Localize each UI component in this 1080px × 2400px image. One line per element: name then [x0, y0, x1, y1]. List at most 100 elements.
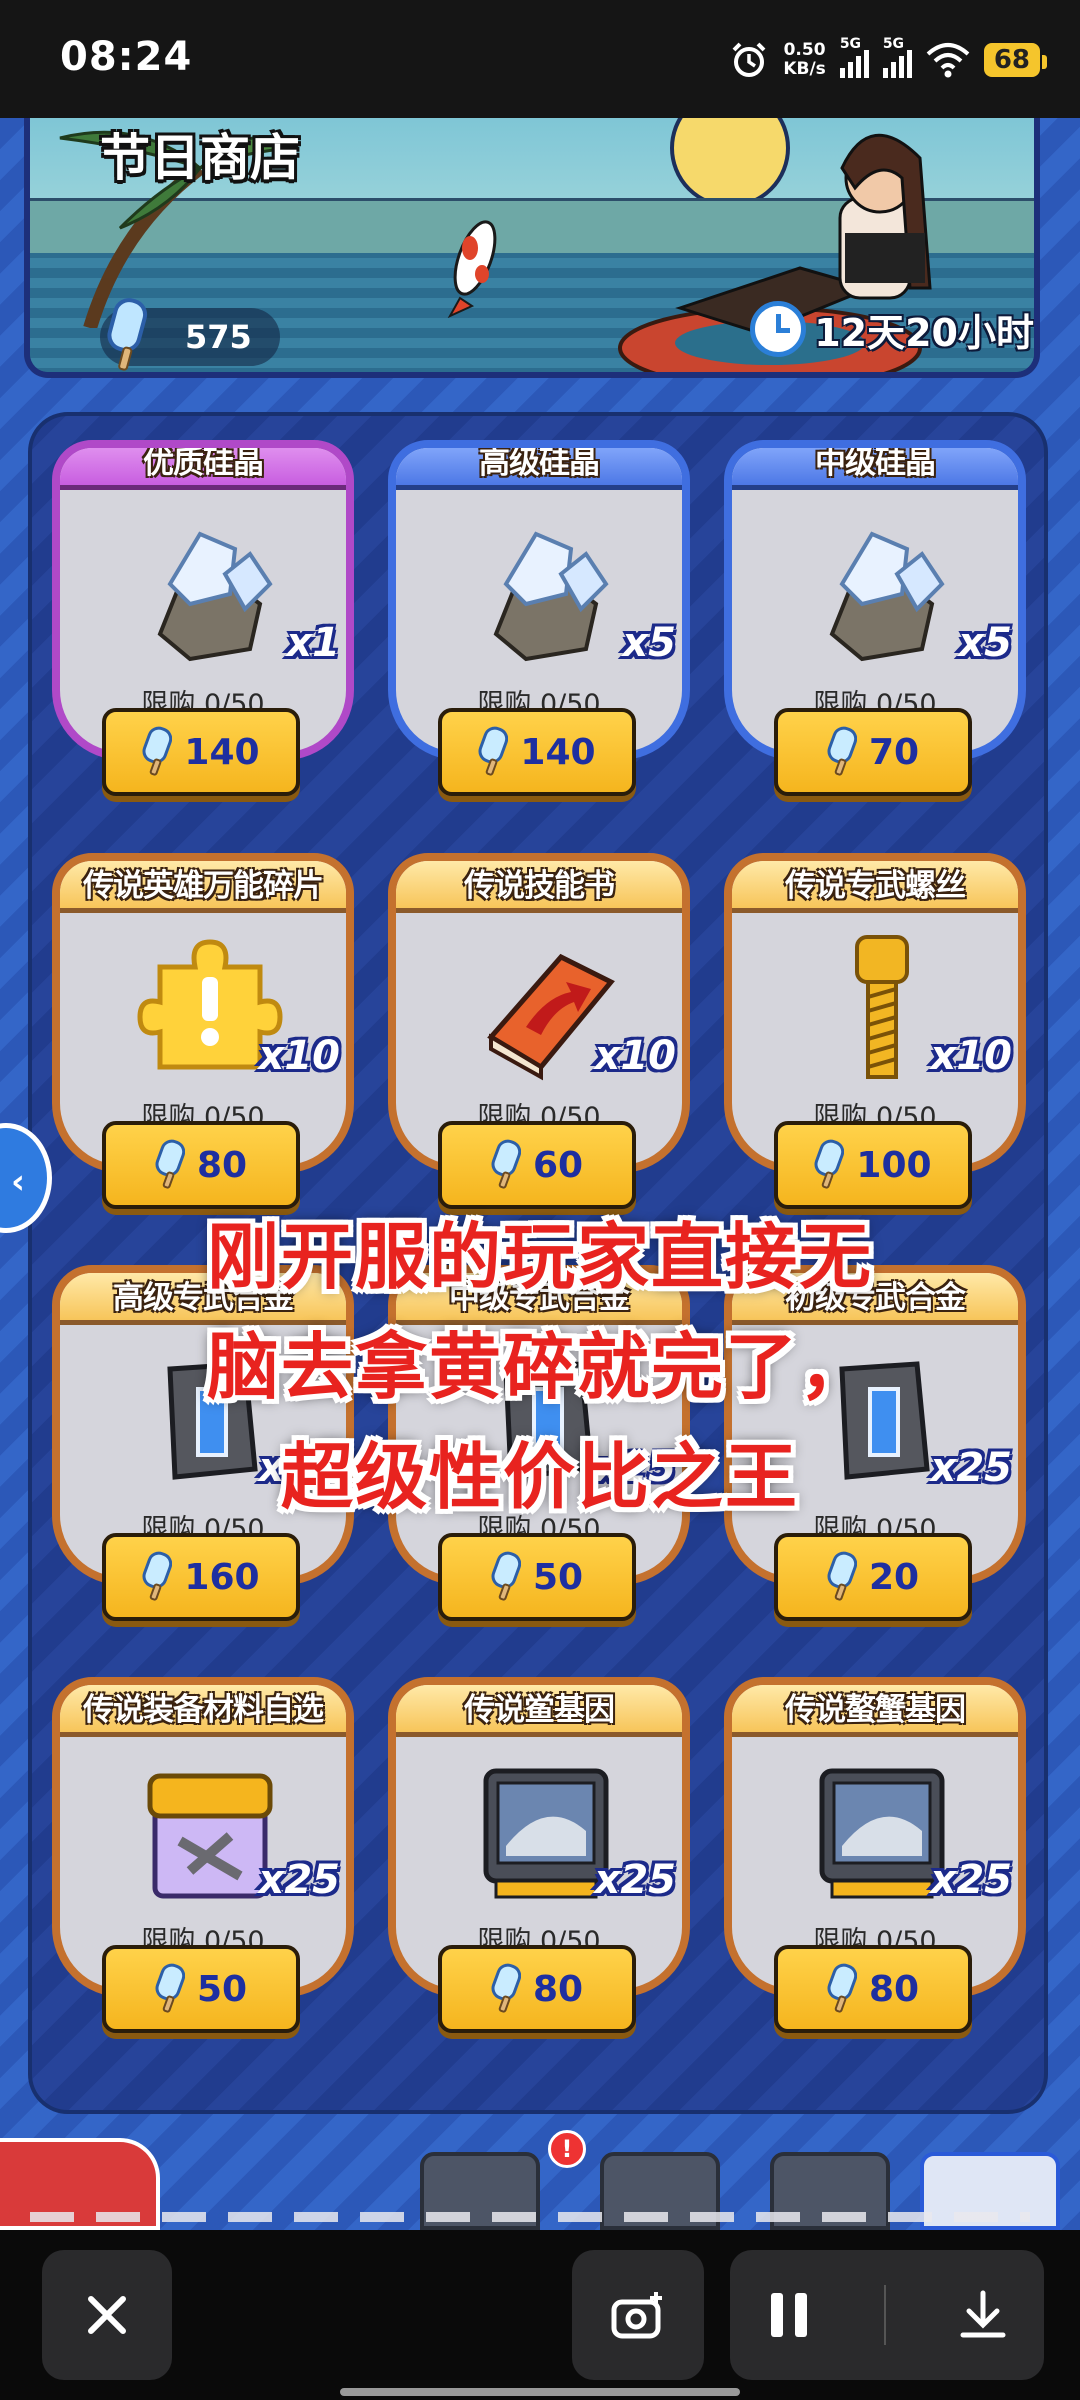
wifi-icon [926, 43, 970, 78]
divider [883, 2285, 886, 2345]
notification-badge: ! [548, 2130, 586, 2168]
shop-banner: 节日商店 575 12天20小时 [24, 118, 1040, 378]
shop-item-card[interactable]: 传说专武螺丝 x10 限购 0/50 100 [724, 853, 1026, 1223]
popsicle-icon [155, 1139, 185, 1189]
buy-button[interactable]: 80 [774, 1945, 972, 2033]
shop-item-card[interactable]: 传说技能书 x10 限购 0/50 60 [388, 853, 690, 1223]
screenshot-button[interactable] [572, 2250, 704, 2380]
item-name: 传说螯蟹基因 [732, 1685, 1018, 1737]
signal-label: 5G [882, 36, 905, 52]
item-price: 50 [196, 1968, 248, 2010]
item-price: 70 [868, 731, 920, 773]
game-screen: 节日商店 575 12天20小时 ‹ 优质硅晶 x1 限购 0/50 140 高级硅晶 x… [0, 118, 1080, 2230]
koi-fish-art [447, 220, 497, 318]
signal-label: 5G [839, 36, 862, 52]
shop-item-card[interactable]: 中级硅晶 x5 限购 0/50 70 [724, 440, 1026, 810]
close-icon [88, 2296, 126, 2334]
clock-icon [750, 301, 807, 357]
crystal-ore-icon [802, 514, 962, 674]
signal-icon: 5G [882, 36, 912, 78]
home-indicator [340, 2388, 740, 2396]
popsicle-icon [491, 1551, 521, 1601]
shop-timer: 12天20小时 [750, 301, 1034, 357]
buy-button[interactable]: 60 [438, 1121, 636, 1209]
item-name: 传说英雄万能碎片 [60, 861, 346, 913]
popsicle-icon [155, 1963, 185, 2013]
close-button[interactable] [42, 2250, 172, 2380]
net-speed: 0.50 KB/s [783, 41, 825, 79]
buy-button[interactable]: 50 [102, 1945, 300, 2033]
buy-button[interactable]: 50 [438, 1533, 636, 1621]
currency-amount: 575 [185, 318, 252, 356]
crystal-ore-icon [130, 514, 290, 674]
item-quantity: x1 [286, 620, 340, 666]
buy-button[interactable]: 100 [774, 1121, 972, 1209]
popsicle-icon [142, 1551, 173, 1601]
item-price: 160 [184, 1556, 260, 1598]
buy-button[interactable]: 140 [102, 708, 300, 796]
item-name: 传说技能书 [396, 861, 682, 913]
battery-icon: 68 [983, 43, 1048, 77]
item-name: 高级硅晶 [396, 448, 682, 490]
popsicle-icon [827, 726, 857, 776]
alarm-icon [732, 42, 766, 77]
buy-button[interactable]: 140 [438, 708, 636, 796]
shop-item-card[interactable]: 传说鲎基因 x25 限购 0/50 80 [388, 1677, 690, 2047]
game-bottom-nav: ! [0, 2130, 1080, 2230]
item-name: 传说专武螺丝 [732, 861, 1018, 913]
item-quantity: x5 [622, 620, 676, 666]
popsicle-icon [491, 1139, 521, 1189]
item-quantity: x10 [930, 1033, 1012, 1079]
popsicle-icon [491, 1963, 521, 2013]
item-name: 传说装备材料自选 [60, 1685, 346, 1737]
currency-display: 575 [100, 298, 280, 371]
item-quantity: x5 [958, 620, 1012, 666]
crystal-ore-icon [466, 514, 626, 674]
signal-icon: 5G [839, 36, 869, 78]
caption-line-2: 脑去拿黄碎就完了， [206, 1325, 873, 1409]
popsicle-icon [827, 1963, 857, 2013]
popsicle-icon [827, 1551, 857, 1601]
buy-button[interactable]: 160 [102, 1533, 300, 1621]
shop-item-card[interactable]: 传说螯蟹基因 x25 限购 0/50 80 [724, 1677, 1026, 2047]
item-quantity: x10 [594, 1033, 676, 1079]
item-quantity: x25 [594, 1857, 676, 1903]
item-price: 140 [520, 731, 596, 773]
shop-title: 节日商店 [100, 129, 300, 187]
item-name: 中级硅晶 [732, 448, 1018, 490]
timer-text: 12天20小时 [814, 310, 1034, 355]
shop-item-card[interactable]: 优质硅晶 x1 限购 0/50 140 [52, 440, 354, 810]
item-price: 140 [184, 731, 260, 773]
chevron-left-icon: ‹ [11, 1162, 26, 1202]
buy-button[interactable]: 20 [774, 1533, 972, 1621]
item-price: 60 [532, 1144, 584, 1186]
status-time: 08:24 [60, 34, 193, 80]
popsicle-icon [814, 1139, 845, 1189]
caption-line-3: 超级性价比之王 [280, 1435, 799, 1519]
item-quantity: x25 [258, 1857, 340, 1903]
status-icons: 0.50 KB/s 5G 5G 68 [729, 30, 1048, 90]
item-price: 80 [532, 1968, 584, 2010]
item-price: 50 [532, 1556, 584, 1598]
item-price: 80 [196, 1144, 248, 1186]
recorder-controls [730, 2250, 1044, 2380]
net-speed-unit: KB/s [783, 59, 826, 79]
item-price: 80 [868, 1968, 920, 2010]
buy-button[interactable]: 80 [102, 1121, 300, 1209]
buy-button[interactable]: 70 [774, 708, 972, 796]
net-speed-value: 0.50 [783, 40, 826, 60]
item-name: 传说鲎基因 [396, 1685, 682, 1737]
recorder-bar [0, 2230, 1080, 2400]
download-icon[interactable] [957, 2289, 1009, 2341]
shop-item-card[interactable]: 传说英雄万能碎片 x10 限购 0/50 80 [52, 853, 354, 1223]
popsicle-icon [478, 726, 509, 776]
item-quantity: x10 [258, 1033, 340, 1079]
popsicle-icon [142, 726, 173, 776]
shop-item-card[interactable]: 传说装备材料自选 x25 限购 0/50 50 [52, 1677, 354, 2047]
buy-button[interactable]: 80 [438, 1945, 636, 2033]
pause-icon[interactable] [765, 2289, 813, 2341]
item-price: 100 [856, 1144, 932, 1186]
shop-item-card[interactable]: 高级硅晶 x5 限购 0/50 140 [388, 440, 690, 810]
recording-progress [30, 2212, 1030, 2222]
status-bar: 08:24 0.50 KB/s 5G 5G 68 [0, 0, 1080, 118]
